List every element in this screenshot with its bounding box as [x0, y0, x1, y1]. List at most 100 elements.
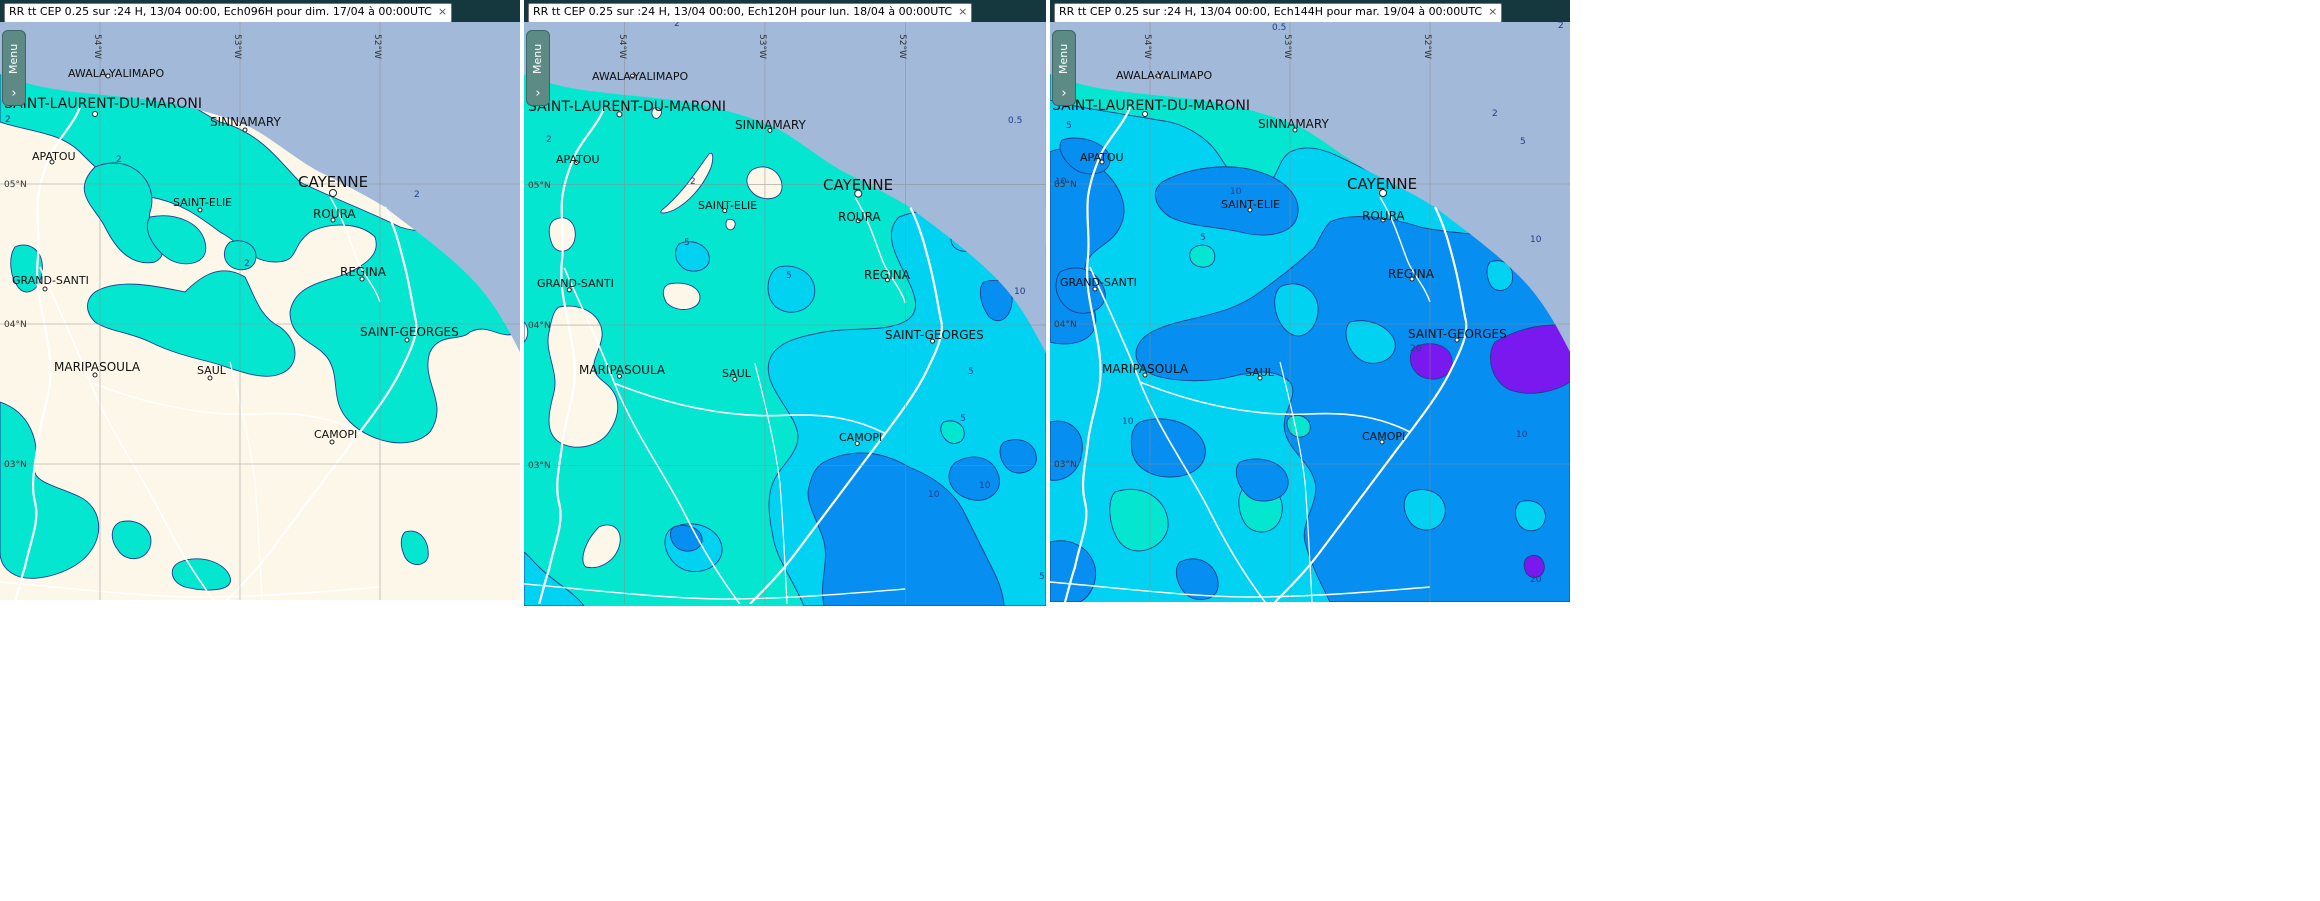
forecast-panel-1: RR tt CEP 0.25 sur :24 H, 13/04 00:00, E… [0, 0, 520, 901]
close-icon[interactable]: × [438, 5, 447, 18]
town-label: APATOU [1080, 151, 1124, 164]
contour-label: 10 [928, 490, 940, 500]
forecast-panel-2: RR tt CEP 0.25 sur :24 H, 13/04 00:00, E… [524, 0, 1046, 901]
panel-title-text: RR tt CEP 0.25 sur :24 H, 13/04 00:00, E… [1059, 5, 1483, 18]
lat-label: 03°N [4, 460, 27, 470]
town-label: CAMOPI [839, 431, 882, 444]
town-label: AWALA-YALIMAPO [592, 70, 688, 83]
town-label: AWALA-YALIMAPO [1116, 69, 1212, 82]
menu-button[interactable]: Menu › [1052, 30, 1076, 106]
contour-label: 5 [968, 367, 974, 377]
chevron-right-icon: › [11, 86, 17, 101]
town-label: GRAND-SANTI [12, 274, 89, 287]
lon-label: 52°W [372, 34, 382, 59]
lat-label: 04°N [528, 321, 551, 331]
town-label: REGINA [340, 265, 387, 279]
town-label: APATOU [556, 153, 600, 166]
panel-title: RR tt CEP 0.25 sur :24 H, 13/04 00:00, E… [1054, 3, 1503, 23]
town-label: SINNAMARY [210, 115, 281, 129]
town-label: ROURA [313, 207, 356, 221]
lon-label: 53°W [757, 34, 767, 59]
contour-label: 5 [1200, 233, 1206, 243]
lon-label: 52°W [1422, 34, 1432, 59]
contour-label: 20 [1410, 344, 1422, 354]
contour-label: 2 [1492, 109, 1498, 119]
contour-label: 5 [684, 238, 690, 248]
lat-label: 03°N [528, 461, 551, 471]
town-label: SINNAMARY [1258, 117, 1329, 131]
panel-title: RR tt CEP 0.25 sur :24 H, 13/04 00:00, E… [528, 3, 973, 23]
chevron-right-icon: › [1061, 86, 1067, 101]
contour-label: 2 [690, 177, 696, 187]
lon-label: 52°W [897, 34, 907, 59]
close-icon[interactable]: × [1488, 5, 1497, 18]
town-label: SAINT-ELIE [1221, 198, 1280, 211]
town-label: SAUL [197, 364, 227, 377]
contour-label: 5 [1520, 137, 1526, 147]
town-label: GRAND-SANTI [1060, 276, 1137, 289]
lat-label: 03°N [1054, 460, 1077, 470]
lat-label: 04°N [1054, 320, 1077, 330]
contour-label: 5 [1039, 572, 1045, 582]
town-label: SAINT-ELIE [173, 196, 232, 209]
town-label: SAINT-ELIE [698, 199, 757, 212]
blank-workspace [1570, 0, 2320, 901]
lon-label: 54°W [1142, 34, 1152, 59]
town-label: SAINT-LAURENT-DU-MARONI [528, 99, 726, 115]
close-icon[interactable]: × [958, 5, 967, 18]
contour-label: 10 [1055, 177, 1067, 187]
lon-label: 54°W [92, 34, 102, 59]
town-label: SAINT-LAURENT-DU-MARONI [1052, 98, 1250, 114]
contour-label: 2 [414, 190, 420, 200]
contour-label: 2 [1558, 22, 1564, 31]
panel-title: RR tt CEP 0.25 sur :24 H, 13/04 00:00, E… [4, 3, 453, 23]
lon-label: 54°W [617, 34, 627, 59]
town-label: SAINT-GEORGES [360, 325, 459, 339]
contour-label: 5 [960, 414, 966, 424]
town-label: SAUL [722, 367, 752, 380]
contour-label: 2 [116, 155, 122, 165]
contour-label: 10 [1230, 187, 1242, 197]
town-label: SINNAMARY [735, 118, 806, 132]
contour-label: 20 [1530, 575, 1542, 585]
town-label: CAYENNE [1347, 175, 1417, 193]
lat-label: 04°N [4, 320, 27, 330]
town-label: MARIPASOULA [1102, 362, 1189, 376]
town-label: MARIPASOULA [54, 360, 141, 374]
town-label: GRAND-SANTI [537, 277, 614, 290]
lat-label: 05°N [528, 181, 551, 191]
contour-label: 2 [5, 115, 11, 125]
town-label: REGINA [864, 268, 911, 282]
lon-label: 53°W [1282, 34, 1292, 59]
menu-label: Menu [1057, 43, 1070, 75]
menu-label: Menu [531, 43, 544, 75]
town-label: SAUL [1245, 366, 1275, 379]
precipitation-map[interactable]: 54°W 53°W 52°W 05°N 04°N 03°N AWALA-YALI… [524, 22, 1046, 606]
contour-label: 5 [1066, 121, 1072, 131]
menu-button[interactable]: Menu › [526, 30, 550, 106]
contour-label: 10 [1122, 417, 1134, 427]
menu-label: Menu [7, 43, 20, 75]
contour-label: 2 [674, 22, 680, 29]
town-label: CAYENNE [298, 173, 368, 191]
town-label: ROURA [1362, 209, 1405, 223]
lon-label: 53°W [232, 34, 242, 59]
contour-label: 2 [546, 135, 552, 145]
contour-label: 0.5 [1272, 23, 1286, 33]
town-label: CAMOPI [314, 428, 357, 441]
town-label: ROURA [838, 210, 881, 224]
town-label: CAYENNE [823, 176, 893, 194]
town-label: MARIPASOULA [579, 363, 666, 377]
chevron-right-icon: › [535, 86, 541, 101]
town-label: SAINT-GEORGES [1408, 327, 1507, 341]
town-label: REGINA [1388, 267, 1435, 281]
menu-button[interactable]: Menu › [2, 30, 26, 106]
town-label: CAMOPI [1362, 430, 1405, 443]
forecast-panel-3: RR tt CEP 0.25 sur :24 H, 13/04 00:00, E… [1050, 0, 1570, 901]
precipitation-map[interactable]: 54°W 53°W 52°W 05°N 04°N 03°N AWALA-YALI… [0, 22, 520, 600]
precipitation-map[interactable]: 54°W 53°W 52°W 05°N 04°N 03°N AWALA-YALI… [1050, 22, 1570, 602]
town-label: AWALA-YALIMAPO [68, 67, 164, 80]
panel-title-text: RR tt CEP 0.25 sur :24 H, 13/04 00:00, E… [533, 5, 953, 18]
contour-label: 2 [244, 259, 250, 269]
town-label: APATOU [32, 150, 76, 163]
